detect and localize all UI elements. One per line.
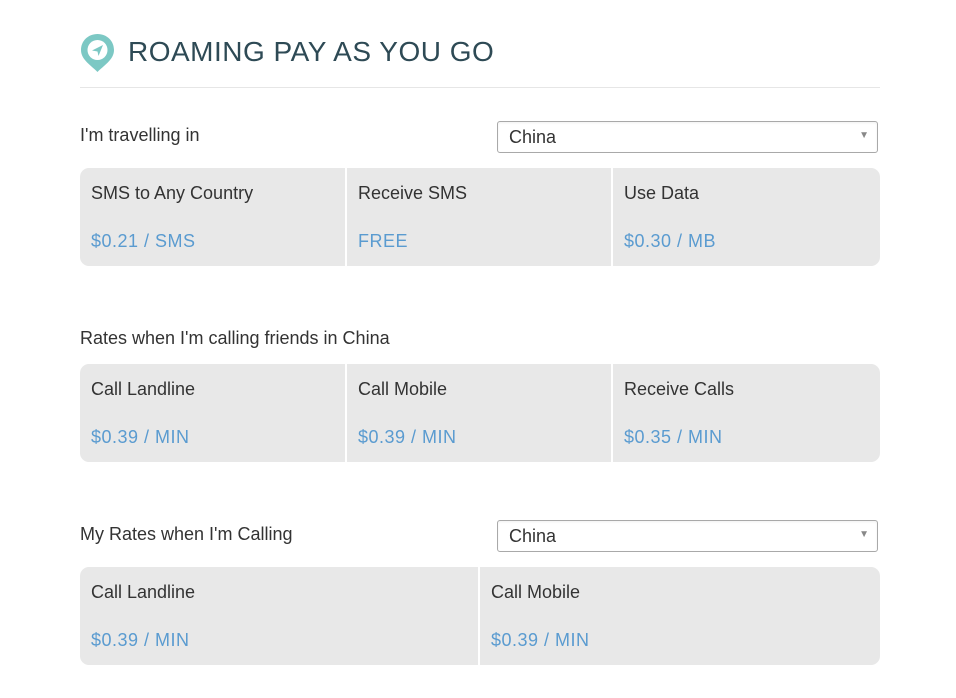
rate-cell-receive-sms: Receive SMS FREE xyxy=(345,168,611,266)
page-header: ROAMING PAY AS YOU GO xyxy=(80,30,880,88)
rate-price: $0.35 / MIN xyxy=(624,427,723,447)
rate-name: Receive SMS xyxy=(358,183,468,203)
my-rates-country-value: China xyxy=(509,526,557,546)
rate-name: Receive Calls xyxy=(624,379,735,399)
friends-rates-card: Call Landline $0.39 / MIN Call Mobile $0… xyxy=(80,364,880,462)
chevron-down-icon: ▼ xyxy=(859,529,869,540)
travel-rates-card: SMS to Any Country $0.21 / SMS Receive S… xyxy=(80,168,880,266)
rate-cell-mobile: Call Mobile $0.39 / MIN xyxy=(345,364,611,462)
rate-name: Use Data xyxy=(624,183,700,203)
my-rates-card: Call Landline $0.39 / MIN Call Mobile $0… xyxy=(80,567,880,665)
rate-price: $0.39 / MIN xyxy=(491,630,590,650)
rate-name: Call Mobile xyxy=(491,582,581,602)
travel-country-value: China xyxy=(509,127,557,147)
my-rates-label: My Rates when I'm Calling xyxy=(80,524,293,544)
rate-name: Call Landline xyxy=(91,582,196,602)
travel-country-select[interactable]: China ▼ xyxy=(497,121,878,153)
friends-rates-label: Rates when I'm calling friends in China xyxy=(80,328,390,348)
rate-name: Call Landline xyxy=(91,379,196,399)
chevron-down-icon: ▼ xyxy=(859,130,869,141)
rate-name: Call Mobile xyxy=(358,379,448,399)
rate-price: $0.21 / SMS xyxy=(91,231,196,251)
rate-name: SMS to Any Country xyxy=(91,183,254,203)
rate-cell-mobile: Call Mobile $0.39 / MIN xyxy=(478,567,880,665)
rate-cell-sms: SMS to Any Country $0.21 / SMS xyxy=(80,168,345,266)
rate-cell-data: Use Data $0.30 / MB xyxy=(611,168,880,266)
rate-cell-landline: Call Landline $0.39 / MIN xyxy=(80,567,478,665)
rate-cell-receive-calls: Receive Calls $0.35 / MIN xyxy=(611,364,880,462)
location-pin-icon xyxy=(81,34,114,72)
rate-price: FREE xyxy=(358,231,409,251)
rate-price: $0.39 / MIN xyxy=(358,427,457,447)
rate-price: $0.39 / MIN xyxy=(91,630,190,650)
travelling-label: I'm travelling in xyxy=(80,125,200,145)
rate-cell-landline: Call Landline $0.39 / MIN xyxy=(80,364,345,462)
rate-price: $0.30 / MB xyxy=(624,231,717,251)
my-rates-country-select[interactable]: China ▼ xyxy=(497,520,878,552)
page-title: ROAMING PAY AS YOU GO xyxy=(128,36,495,67)
rate-price: $0.39 / MIN xyxy=(91,427,190,447)
